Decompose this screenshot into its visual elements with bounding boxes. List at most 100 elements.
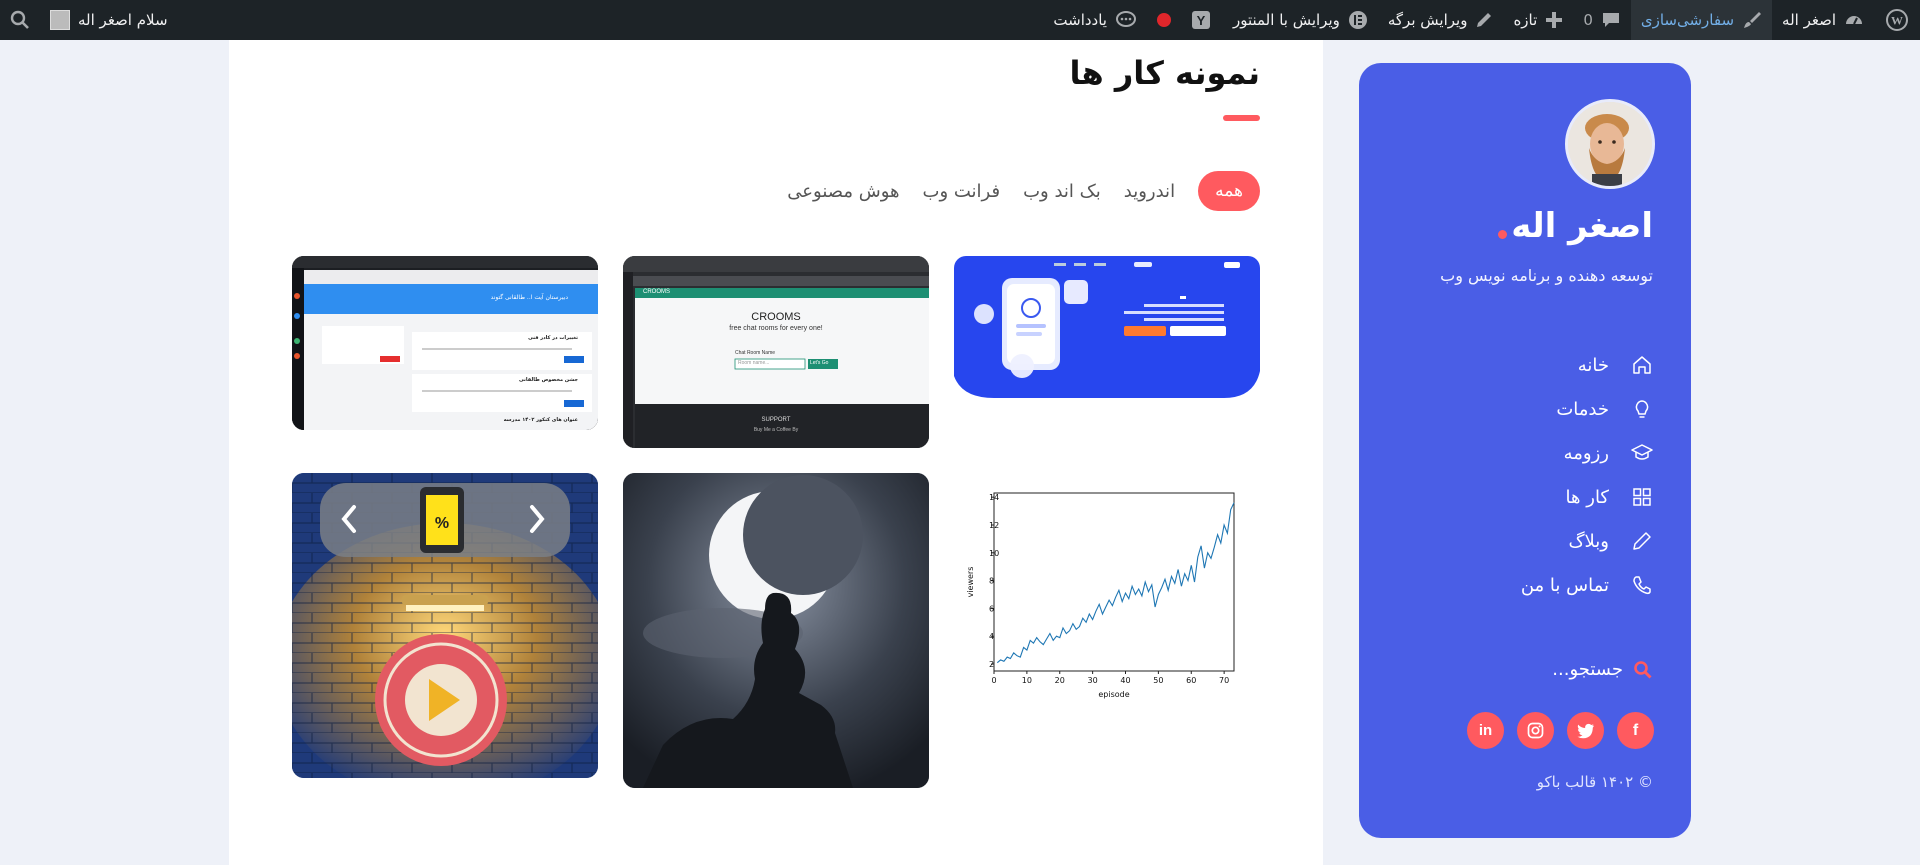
wordpress-icon: W xyxy=(1886,9,1908,31)
school-news-title: تغییرات در کادر فنی xyxy=(528,335,578,341)
x-tick-label: 20 xyxy=(1055,676,1065,685)
sidebar-item-home[interactable]: خانه xyxy=(1513,343,1653,387)
plus-icon xyxy=(1546,12,1563,28)
crooms-go-button: Let's Go xyxy=(810,360,829,366)
accent-dot xyxy=(1498,229,1508,239)
sidebar-item-label: کار ها xyxy=(1565,486,1609,508)
record-status[interactable] xyxy=(1147,0,1181,40)
crooms-tagline: free chat rooms for every one! xyxy=(729,325,823,332)
y-tick-label: 6 xyxy=(989,604,994,613)
filter-frontend[interactable]: فرانت وب xyxy=(923,181,1001,202)
new-label: تازه xyxy=(1513,11,1538,29)
avatar xyxy=(50,10,70,30)
customize-label: سفارشی‌سازی xyxy=(1640,11,1735,29)
portfolio-item-landing[interactable] xyxy=(954,256,1260,400)
y-tick-label: 2 xyxy=(989,660,994,669)
graduation-cap-icon xyxy=(1631,444,1653,460)
sidebar-item-portfolio[interactable]: کار ها xyxy=(1513,475,1653,519)
portfolio-filters: همه اندروید بک اند وب فرانت وب هوش مصنوع… xyxy=(787,171,1260,211)
y-tick-label: 12 xyxy=(989,521,999,530)
search-placeholder: جستجو... xyxy=(1552,659,1623,680)
lightbulb-icon xyxy=(1635,400,1649,418)
facebook-icon[interactable]: f xyxy=(1617,712,1654,749)
chat-bubble-icon xyxy=(1115,11,1136,27)
dashboard-icon xyxy=(1846,16,1862,25)
comment-icon xyxy=(1602,13,1619,27)
phone-icon xyxy=(1633,576,1651,595)
profile-name-text: اصغر اله xyxy=(1511,206,1653,246)
my-account-menu[interactable]: سلام اصغر اله xyxy=(40,0,178,40)
sidebar-item-contact[interactable]: تماس با من xyxy=(1513,563,1653,607)
svg-text:Y: Y xyxy=(1197,13,1206,28)
x-axis-label: episode xyxy=(1098,690,1129,699)
notes-label: یادداشت xyxy=(1053,11,1107,29)
sidebar-item-label: خانه xyxy=(1577,354,1609,376)
crooms-room-label: Chat Room Name xyxy=(735,350,776,356)
school-header: دبیرستان آیت ا.. طالقانی گتوند xyxy=(490,294,568,301)
y-axis-label: viewers xyxy=(966,567,975,598)
sidebar-search[interactable]: جستجو... xyxy=(1552,659,1653,680)
school-news-title: عنوان های کنکور ۱۴۰۲ مدرسه xyxy=(503,417,578,423)
yoast-button[interactable]: Y xyxy=(1181,0,1223,40)
portfolio-item-school[interactable]: دبیرستان آیت ا.. طالقانی گتوند تغییرات د… xyxy=(292,256,598,430)
sidebar: اصغر اله توسعه دهنده و برنامه نویس وب خا… xyxy=(1359,63,1691,838)
new-content-button[interactable]: تازه xyxy=(1503,0,1573,40)
portfolio-item-crooms[interactable]: CROOMS CROOMS free chat rooms for every … xyxy=(623,256,929,448)
site-name: اصغر اله xyxy=(1782,11,1836,29)
sidebar-item-services[interactable]: خدمات xyxy=(1513,387,1653,431)
profile-avatar xyxy=(1565,99,1655,189)
portfolio-item-player[interactable]: % xyxy=(292,473,598,778)
site-name-menu[interactable]: اصغر اله xyxy=(1772,0,1874,40)
admin-bar: W اصغر اله سفارشی‌سازی 0 تازه ویرایش برگ… xyxy=(0,0,1920,40)
portfolio-section: نمونه کار ها همه اندروید بک اند وب فرانت… xyxy=(229,40,1323,865)
copyright: © ۱۴۰۲ قالب باکو xyxy=(1536,773,1653,791)
y-tick-label: 8 xyxy=(989,577,994,586)
sidebar-item-label: وبلاگ xyxy=(1568,530,1609,552)
svg-text:W: W xyxy=(1891,14,1903,28)
portfolio-item-moon[interactable] xyxy=(623,473,929,788)
twitter-icon[interactable] xyxy=(1567,712,1604,749)
search-icon xyxy=(10,10,29,29)
filter-ai[interactable]: هوش مصنوعی xyxy=(787,181,899,202)
howdy-label: سلام اصغر اله xyxy=(78,11,168,29)
y-tick-label: 14 xyxy=(989,493,999,502)
x-tick-label: 10 xyxy=(1022,676,1032,685)
notes-button[interactable]: یادداشت xyxy=(1043,0,1147,40)
school-news-title: جشن مخصوص طالقانی xyxy=(518,377,578,383)
line-chart: 0 10 20 30 40 50 60 70 2 4 6 8 10 12 14 episode viewer… xyxy=(966,492,1235,699)
crooms-room-input: Room name... xyxy=(738,360,770,366)
customize-button[interactable]: سفارشی‌سازی xyxy=(1630,0,1773,40)
sidebar-item-blog[interactable]: وبلاگ xyxy=(1513,519,1653,563)
x-tick-label: 0 xyxy=(991,676,996,685)
sidebar-item-label: تماس با من xyxy=(1520,574,1609,596)
x-tick-label: 30 xyxy=(1088,676,1098,685)
edit-elementor-button[interactable]: ویرایش با المنتور xyxy=(1223,0,1378,40)
filter-android[interactable]: اندروید xyxy=(1124,181,1175,202)
profile-subtitle: توسعه دهنده و برنامه نویس وب xyxy=(1440,266,1653,285)
edit-page-button[interactable]: ویرایش برگه xyxy=(1378,0,1504,40)
crooms-brand: CROOMS xyxy=(751,311,801,323)
y-tick-label: 10 xyxy=(989,549,999,558)
sidebar-item-label: رزومه xyxy=(1563,442,1609,464)
linkedin-icon[interactable]: in xyxy=(1467,712,1504,749)
sidebar-nav: خانه خدمات رزومه کار ها وبلاگ تماس با من xyxy=(1513,343,1653,607)
sidebar-item-resume[interactable]: رزومه xyxy=(1513,431,1653,475)
instagram-icon[interactable] xyxy=(1517,712,1554,749)
crooms-nav-brand: CROOMS xyxy=(643,289,670,295)
wp-logo-button[interactable]: W xyxy=(1874,0,1920,40)
comments-button[interactable]: 0 xyxy=(1573,0,1631,40)
filter-all[interactable]: همه xyxy=(1198,171,1260,211)
svg-text:%: % xyxy=(435,515,449,532)
filter-backend[interactable]: بک اند وب xyxy=(1023,181,1101,202)
admin-search-button[interactable] xyxy=(0,0,40,40)
portfolio-item-plot[interactable]: 0 10 20 30 40 50 60 70 2 4 6 8 10 12 14 episode viewer… xyxy=(954,473,1260,751)
sidebar-item-label: خدمات xyxy=(1556,398,1609,420)
record-dot-icon xyxy=(1156,13,1171,27)
elementor-icon xyxy=(1348,11,1367,29)
search-icon xyxy=(1634,660,1652,679)
x-tick-label: 70 xyxy=(1219,676,1229,685)
yoast-icon: Y xyxy=(1191,11,1210,29)
social-links: f in xyxy=(1467,712,1654,749)
x-tick-label: 40 xyxy=(1120,676,1130,685)
grid-icon xyxy=(1633,488,1651,506)
